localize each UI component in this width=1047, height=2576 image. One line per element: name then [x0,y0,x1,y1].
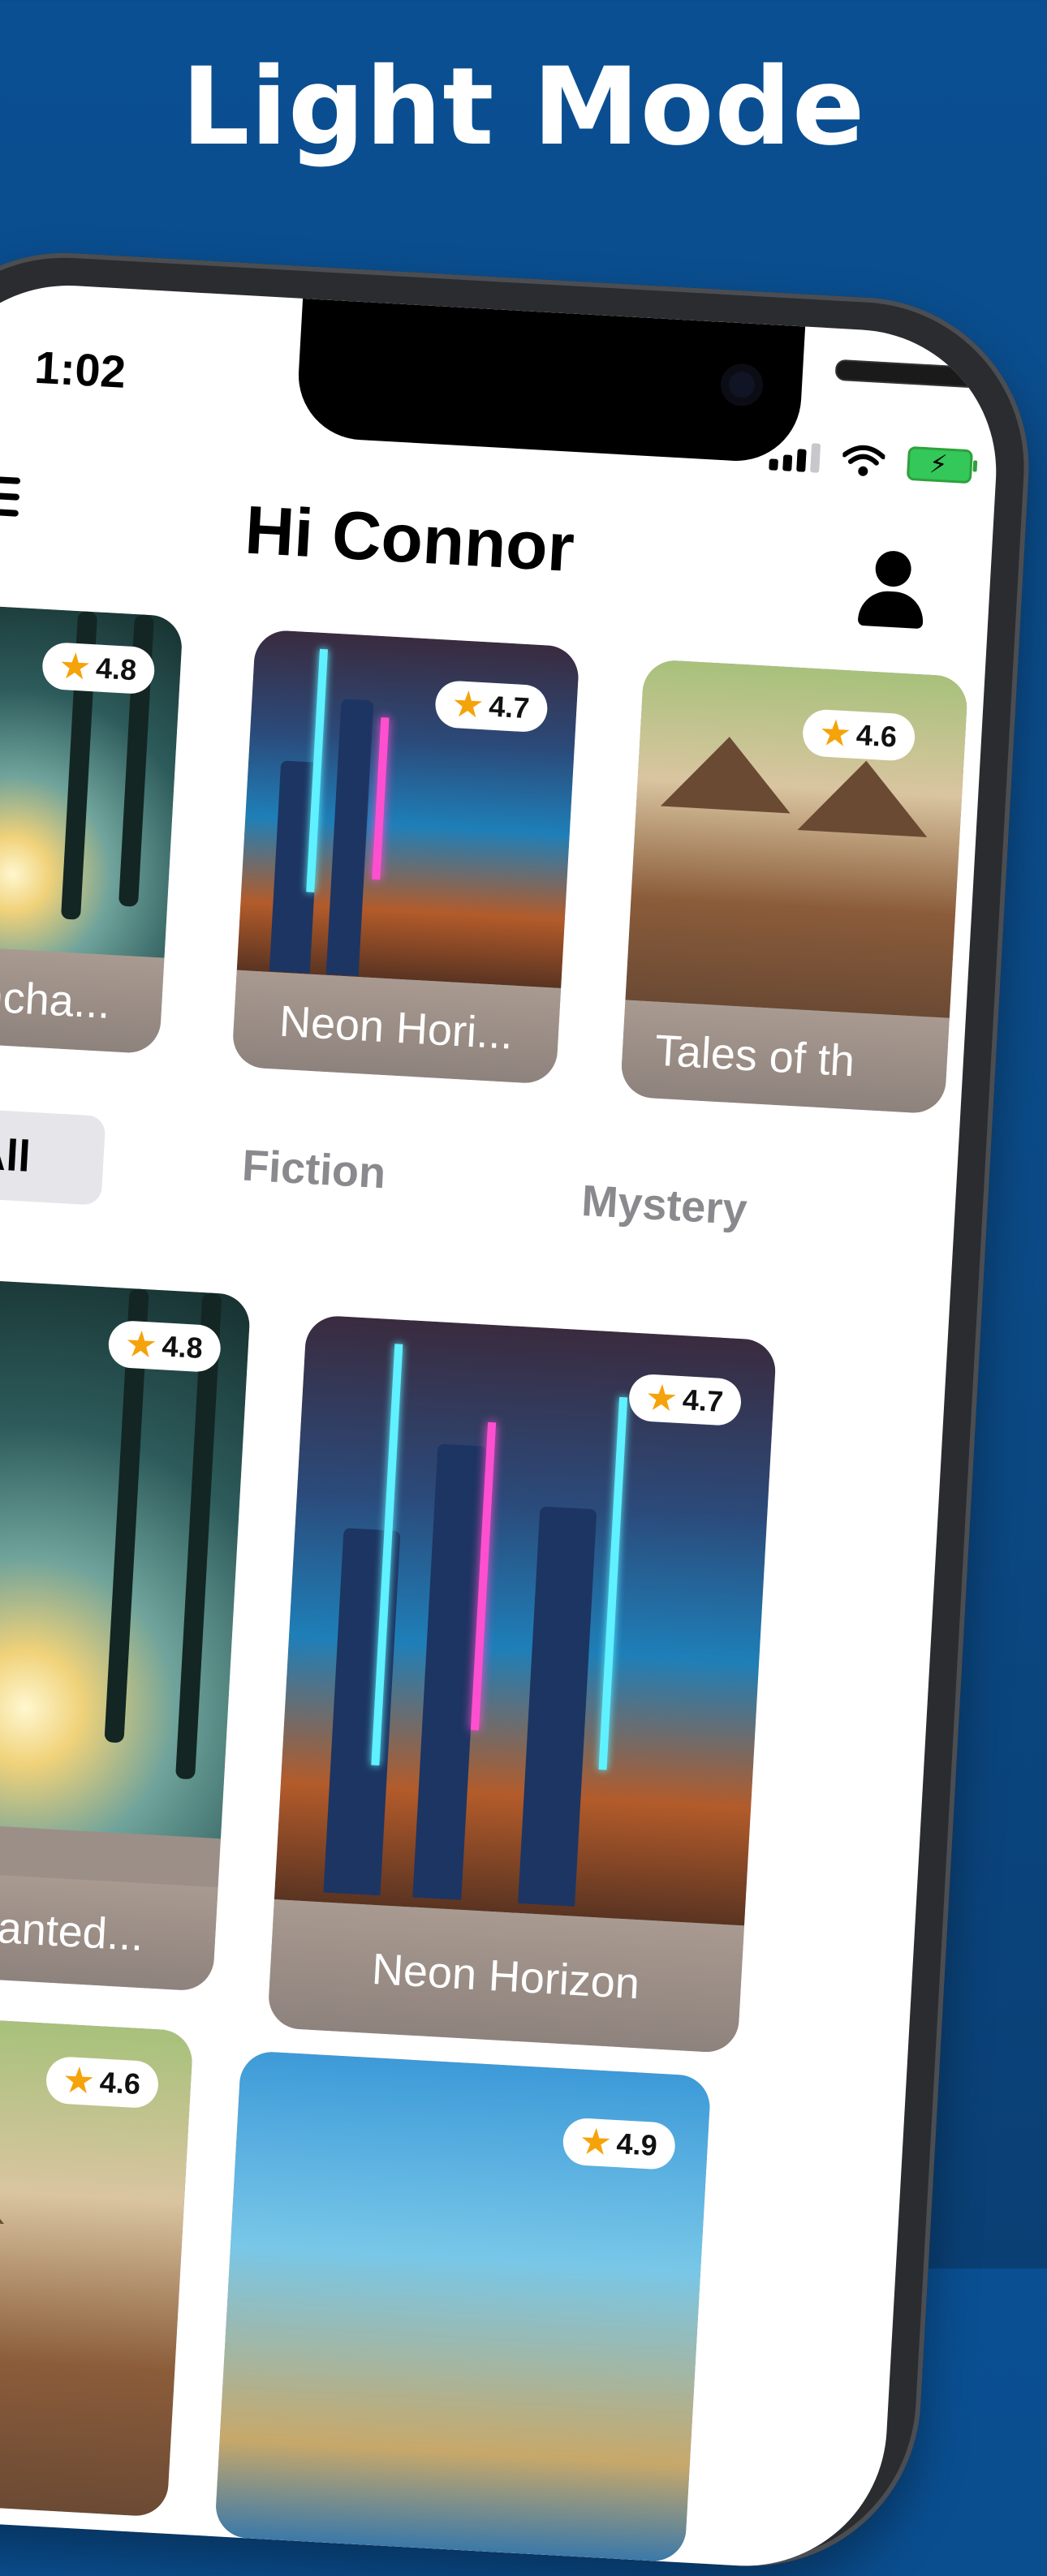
star-icon: ★ [452,686,484,725]
user-icon[interactable] [857,549,927,630]
card-title: Neon Horizon [267,1899,745,2054]
tab-all[interactable]: All [0,1105,106,1206]
grid-card[interactable]: ★ 4.9 [213,2050,712,2563]
card-title: e Encha... [0,941,165,1055]
card-image [625,659,969,1018]
rating-badge: ★ 4.7 [433,679,549,733]
star-icon: ★ [59,648,91,686]
card-title: Enchanted... [0,1865,218,1992]
page-title: Hi Connor [243,491,577,587]
star-icon: ★ [62,2062,95,2100]
star-icon: ★ [125,1326,157,1364]
carousel-card[interactable]: ★4.8 e Encha... [0,600,183,1055]
card-image [236,629,580,989]
notch [295,298,1004,465]
status-time: 1:02 [33,341,127,398]
phone-mockup: 1:02 ⚡ Hi Connor ★ 4.8 Encha... ★ 4.7 Ne… [0,243,1047,2576]
rating-badge: ★ 4.6 [45,2055,160,2109]
tab-fiction[interactable]: Fiction [241,1140,387,1198]
rating-badge: ★ 4.6 [801,708,916,762]
carousel-card[interactable]: ★ 4.7 Neon Hori... [231,629,580,1085]
star-icon: ★ [580,2123,611,2161]
carousel-card[interactable]: ★ 4.6 Tales of th [619,659,969,1115]
wifi-icon [842,445,886,476]
banner-headline: Light Mode [181,45,866,170]
rating-badge: ★ 4.9 [562,2117,677,2171]
tab-mystery[interactable]: Mystery [580,1176,748,1235]
card-title: Tales of th [619,1000,950,1115]
star-icon: ★ [646,1379,678,1417]
status-icons: ⚡ [769,438,973,484]
rating-badge: ★ 4.8 [41,641,156,695]
grid-card[interactable]: ★ 4.7 Neon Horizon [267,1314,778,2054]
menu-icon[interactable] [0,475,21,527]
signal-icon [769,441,821,473]
grid-card[interactable]: ★ 4.6 [0,2010,194,2518]
camera-icon [719,362,765,407]
star-icon: ★ [819,715,851,753]
rating-badge: ★ 4.8 [107,1319,222,1374]
card-title: Neon Hori... [231,970,562,1085]
battery-icon: ⚡ [906,445,973,484]
grid-card[interactable]: ★ 4.8 Enchanted... [0,1273,252,1992]
phone-screen: 1:02 ⚡ Hi Connor ★ 4.8 Encha... ★ 4.7 Ne… [0,277,1004,2574]
rating-badge: ★ 4.7 [627,1373,743,1427]
